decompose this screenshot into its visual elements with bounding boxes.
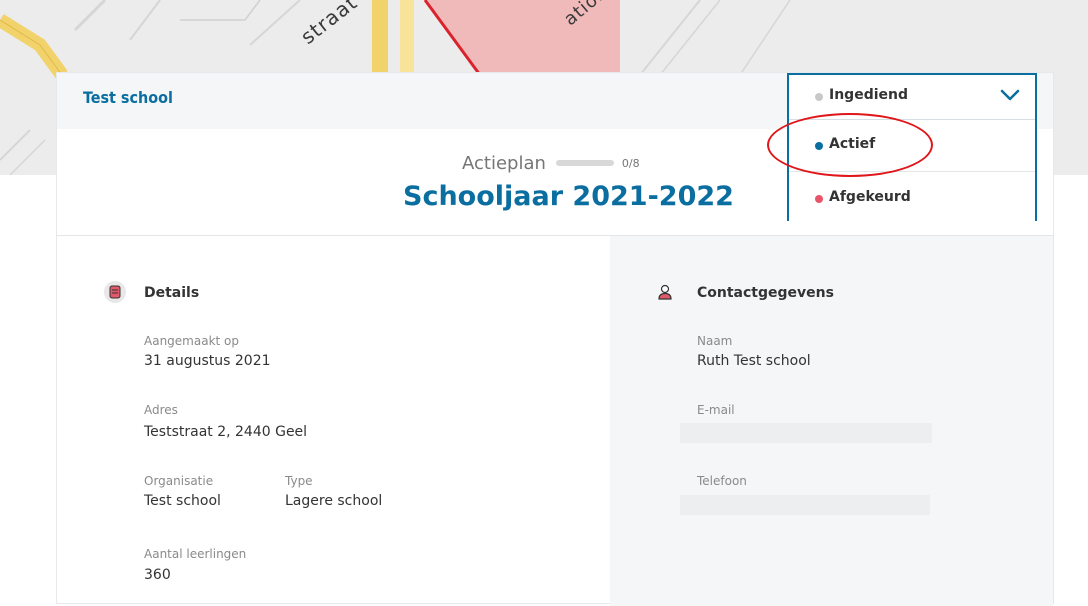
progress-count: 0/8 [621,156,640,170]
chevron-down-icon[interactable] [999,87,1021,107]
created-value: 31 augustus 2021 [144,353,271,369]
page-title: Schooljaar 2021-2022 [403,181,734,212]
email-value [680,423,932,443]
name-label: Naam [697,334,733,348]
organisation-value: Test school [144,493,221,509]
status-option-afgekeurd[interactable]: Afgekeurd [789,171,1035,222]
address-value: Teststraat 2, 2440 Geel [144,424,308,440]
status-option-actief[interactable]: Actief [789,120,1035,170]
type-value: Lagere school [285,493,383,509]
created-label: Aangemaakt op [144,334,239,348]
status-selected-label: Ingediend [829,87,908,103]
progress-bar [555,160,614,166]
students-value: 360 [144,567,171,583]
action-plan-label: Actieplan [462,152,546,174]
details-title: Details [144,285,200,301]
contact-title: Contactgegevens [697,285,834,301]
phone-label: Telefoon [697,474,747,488]
status-dropdown[interactable]: Ingediend Actief Afgekeurd [787,73,1037,222]
students-label: Aantal leerlingen [144,547,247,561]
status-dot [815,93,823,101]
building-icon [104,281,126,303]
user-icon [654,281,676,303]
name-value: Ruth Test school [697,353,811,369]
status-option-label: Actief [829,136,876,152]
status-dropdown-selected[interactable]: Ingediend [789,75,1035,120]
address-label: Adres [144,403,178,417]
status-dot [815,195,823,203]
status-dot [815,142,823,150]
email-label: E-mail [697,403,735,417]
action-plan-progress: Actieplan 0/8 [462,151,640,175]
organisation-label: Organisatie [144,474,214,488]
status-option-label: Afgekeurd [829,189,911,205]
type-label: Type [285,474,313,488]
phone-value [680,495,930,515]
school-title[interactable]: Test school [83,88,173,107]
